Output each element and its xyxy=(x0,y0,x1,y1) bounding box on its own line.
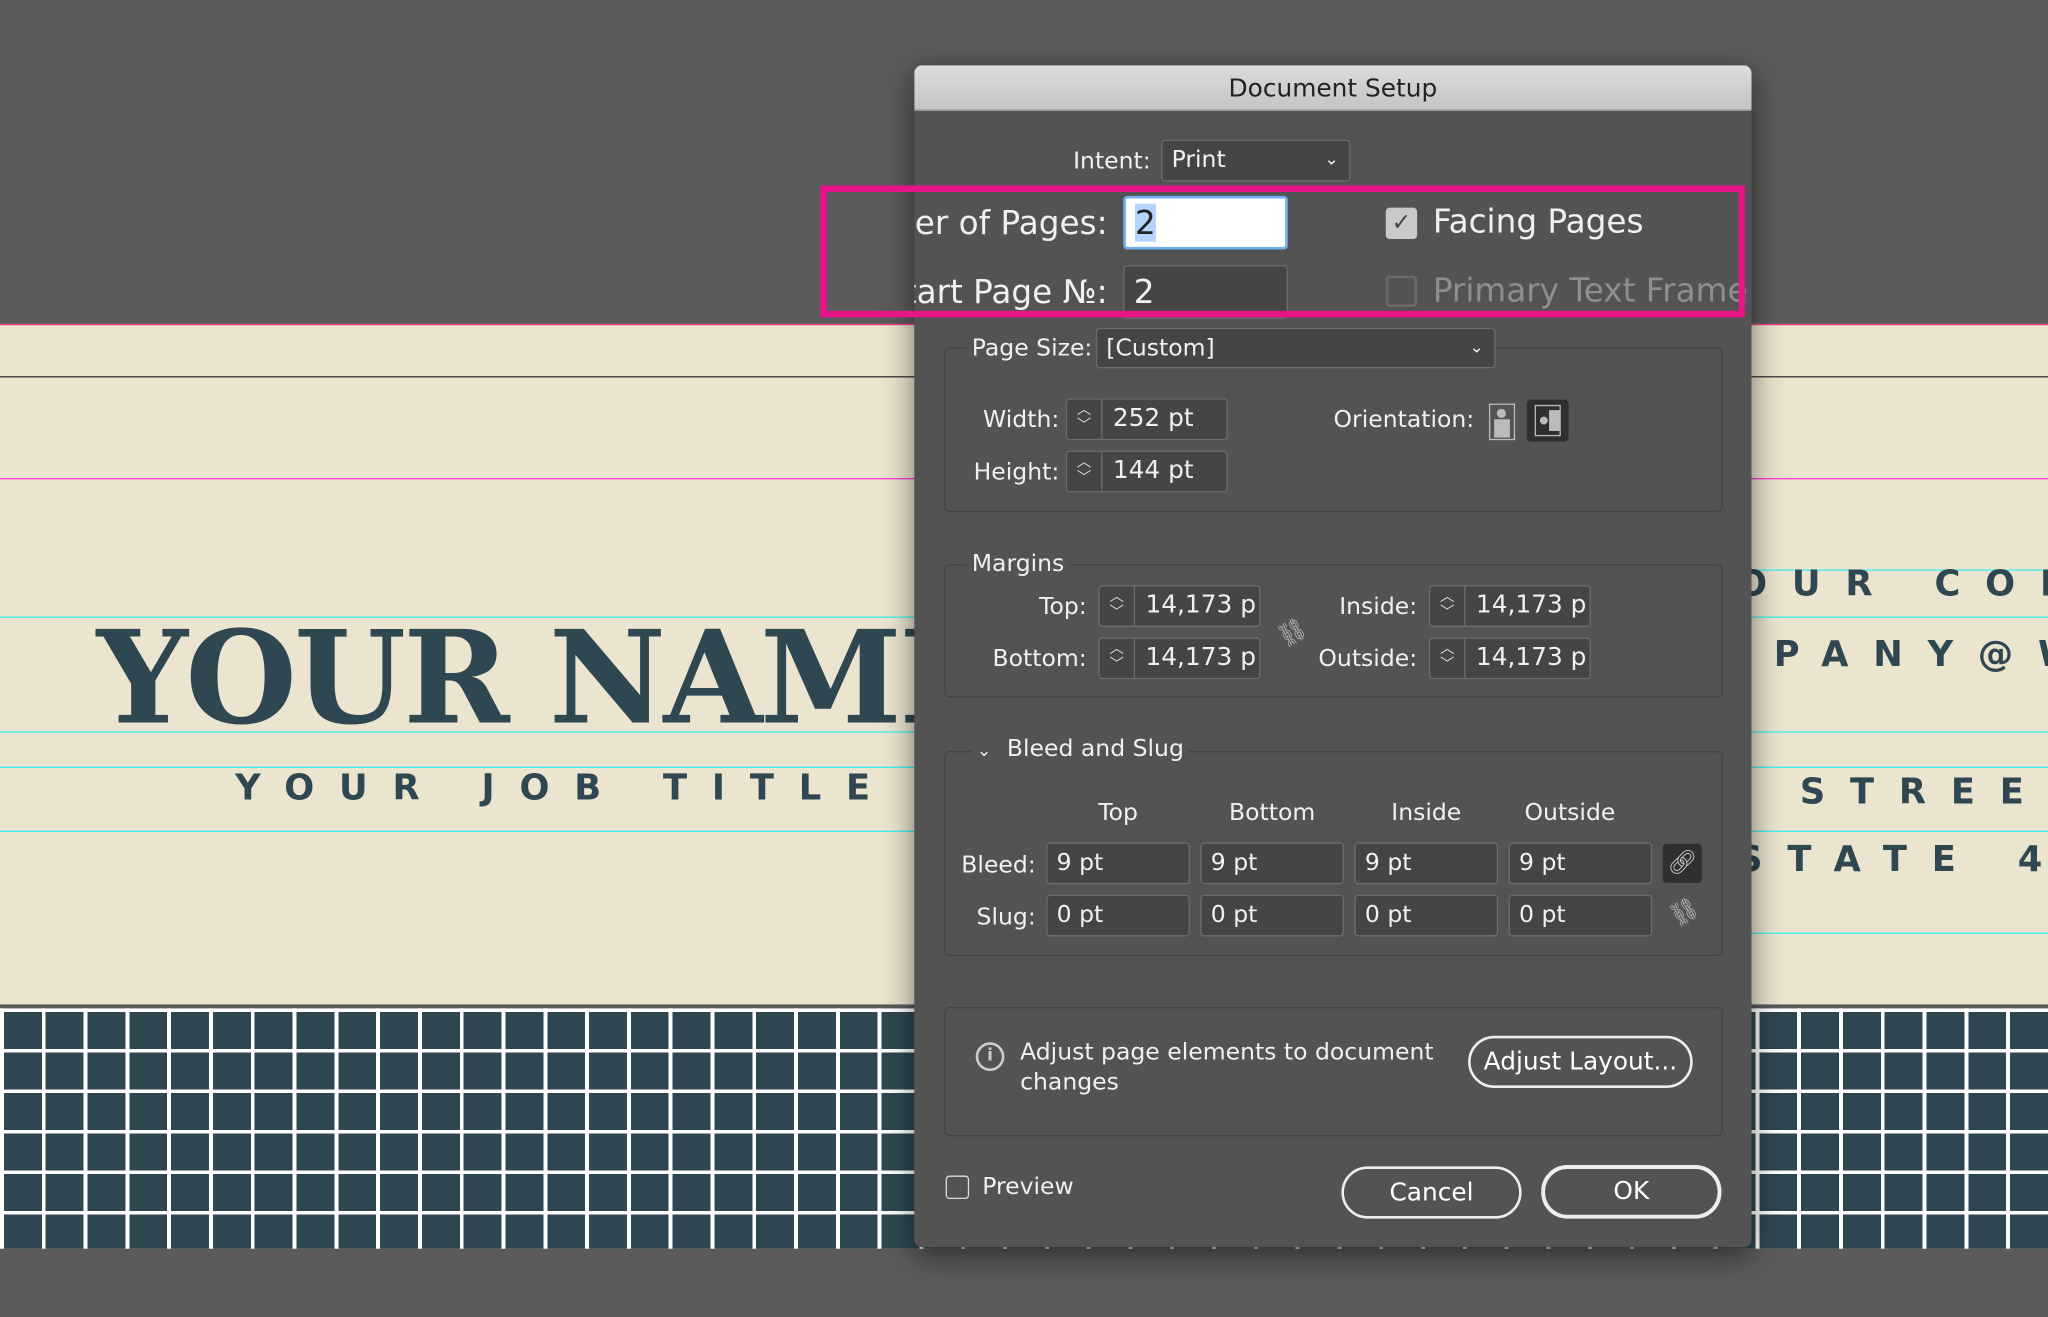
contact-line: STATE 45 xyxy=(1737,839,2048,881)
cancel-button[interactable]: Cancel xyxy=(1341,1166,1522,1219)
bleed-inside-input[interactable]: 9 pt xyxy=(1354,842,1499,885)
bleed-outside-input[interactable]: 9 pt xyxy=(1508,842,1653,885)
page-size-select[interactable]: [Custom] ⌄ xyxy=(1095,327,1496,369)
intent-label: Intent: xyxy=(1073,147,1151,176)
bottom-margin-stepper[interactable]: ︿ ﹀ 14,173 p xyxy=(1098,637,1261,680)
bottom-margin-value: 14,173 p xyxy=(1145,642,1256,672)
adjust-layout-text: Adjust page elements to document changes xyxy=(1020,1038,1434,1096)
stepper-arrows-icon[interactable]: ︿ ﹀ xyxy=(1100,586,1136,626)
top-margin-label: Top: xyxy=(1039,592,1087,621)
bottom-margin-label: Bottom: xyxy=(992,645,1087,673)
width-value: 252 pt xyxy=(1112,403,1194,433)
chevron-down-icon: ⌄ xyxy=(1324,150,1339,170)
slug-outside-input[interactable]: 0 pt xyxy=(1508,894,1653,937)
stepper-arrows-icon[interactable]: ︿ ﹀ xyxy=(1100,638,1136,678)
stepper-arrows-icon[interactable]: ︿ ﹀ xyxy=(1067,399,1103,439)
intent-value: Print xyxy=(1171,146,1226,174)
landscape-icon[interactable] xyxy=(1526,399,1569,442)
height-value: 144 pt xyxy=(1112,455,1194,485)
chevron-down-icon: ⌄ xyxy=(1469,338,1484,358)
bleed-top-input[interactable]: 9 pt xyxy=(1046,842,1190,885)
info-icon: i xyxy=(975,1042,1005,1072)
link-icon[interactable]: 🔗︎ xyxy=(1662,843,1702,883)
column-header: Top xyxy=(1098,799,1138,827)
slug-label: Slug: xyxy=(976,903,1036,932)
inside-margin-stepper[interactable]: ︿ ﹀ 14,173 p xyxy=(1428,585,1591,627)
slug-top-input[interactable]: 0 pt xyxy=(1046,894,1190,937)
inside-margin-label: Inside: xyxy=(1339,592,1418,621)
height-label: Height: xyxy=(973,458,1060,486)
bleed-slug-title: Bleed and Slug xyxy=(1006,735,1184,763)
column-header: Outside xyxy=(1524,799,1616,827)
slug-inside-input[interactable]: 0 pt xyxy=(1354,894,1499,937)
contact-line: STREET xyxy=(1799,771,2048,813)
portrait-icon[interactable] xyxy=(1488,403,1516,441)
inside-margin-value: 14,173 p xyxy=(1475,590,1587,620)
adjust-layout-button[interactable]: Adjust Layout... xyxy=(1468,1035,1693,1088)
chevron-down-icon: ⌄ xyxy=(976,741,992,762)
top-margin-stepper[interactable]: ︿ ﹀ 14,173 p xyxy=(1098,585,1261,627)
page-size-value: [Custom] xyxy=(1106,334,1215,362)
margins-title: Margins xyxy=(966,549,1070,578)
orientation-label: Orientation: xyxy=(1333,406,1475,434)
stepper-arrows-icon[interactable]: ︿ ﹀ xyxy=(1430,638,1466,678)
contact-line: OUR COM xyxy=(1737,564,2048,605)
outside-margin-stepper[interactable]: ︿ ﹀ 14,173 p xyxy=(1428,637,1591,680)
preview-checkbox[interactable] xyxy=(945,1175,970,1200)
preview-label: Preview xyxy=(982,1172,1074,1201)
dialog-title[interactable]: Document Setup xyxy=(914,65,1752,112)
guide-line xyxy=(1750,932,2048,934)
bleed-label: Bleed: xyxy=(961,851,1036,880)
ok-button[interactable]: OK xyxy=(1541,1165,1722,1219)
top-margin-value: 14,173 p xyxy=(1145,590,1256,620)
width-stepper[interactable]: ︿ ﹀ 252 pt xyxy=(1065,398,1228,441)
margins-group xyxy=(944,564,1723,698)
height-stepper[interactable]: ︿ ﹀ 144 pt xyxy=(1065,450,1228,493)
bleed-slug-toggle[interactable]: ⌄ Bleed and Slug xyxy=(971,735,1190,763)
outside-margin-value: 14,173 p xyxy=(1475,642,1587,672)
name-text: YOUR NAME xyxy=(96,603,997,754)
bleed-bottom-input[interactable]: 9 pt xyxy=(1200,842,1344,885)
contact-line: PANY@W xyxy=(1773,634,2048,676)
intent-select[interactable]: Print ⌄ xyxy=(1161,139,1351,182)
column-header: Inside xyxy=(1391,799,1462,827)
stepper-arrows-icon[interactable]: ︿ ﹀ xyxy=(1430,586,1466,626)
stepper-arrows-icon[interactable]: ︿ ﹀ xyxy=(1067,451,1103,492)
highlight-box xyxy=(820,185,1745,318)
page-size-label: Page Size: xyxy=(966,334,1098,362)
outside-margin-label: Outside: xyxy=(1318,645,1418,673)
slug-bottom-input[interactable]: 0 pt xyxy=(1200,894,1344,937)
column-header: Bottom xyxy=(1229,799,1316,827)
job-title-text: YOUR JOB TITLE xyxy=(235,767,895,809)
width-label: Width: xyxy=(983,406,1060,434)
